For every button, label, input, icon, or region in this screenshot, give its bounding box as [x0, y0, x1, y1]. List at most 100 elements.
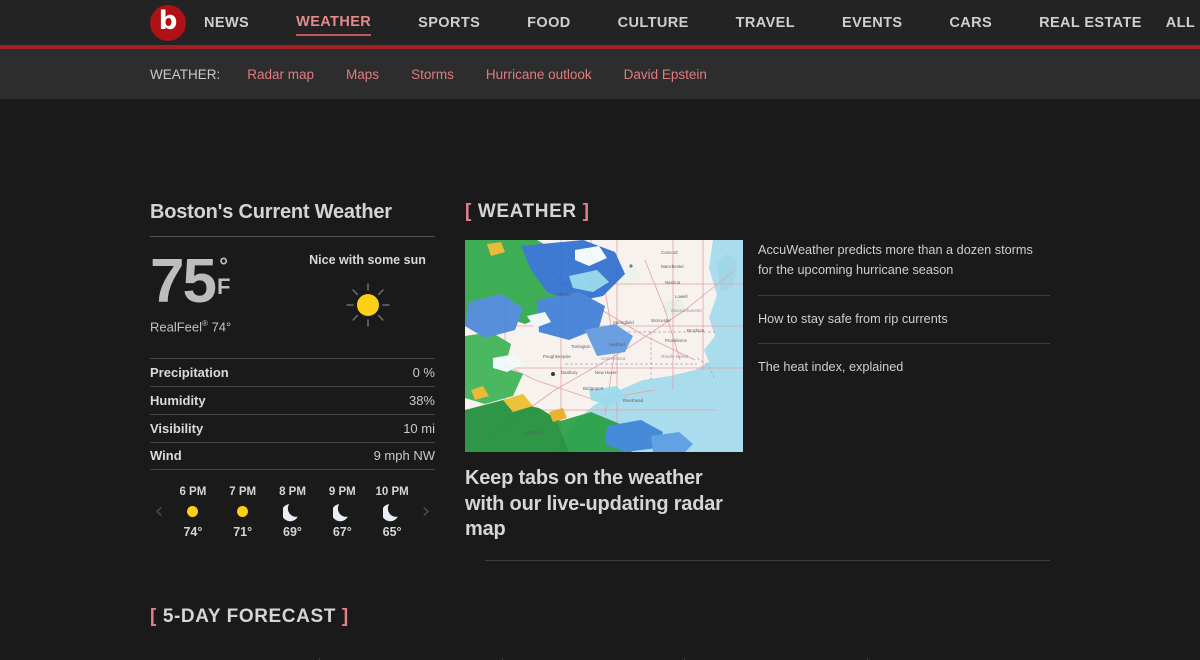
current-weather-card: Boston's Current Weather 75 ° F RealFeel… — [150, 201, 435, 561]
stat-label: Precipitation — [150, 364, 229, 380]
svg-text:Hartford: Hartford — [609, 342, 625, 347]
weather-link-item[interactable]: AccuWeather predicts more than a dozen s… — [758, 240, 1050, 295]
stat-value: 38% — [408, 392, 435, 408]
title-divider — [150, 236, 435, 237]
hourly-temp: 65° — [382, 524, 402, 539]
site-logo[interactable]: b — [150, 4, 186, 41]
svg-text:Providence: Providence — [665, 338, 688, 343]
forecast-section-heading: [ 5-DAY FORECAST ] — [150, 606, 1050, 628]
nav-item-travel[interactable]: TRAVEL — [736, 11, 795, 35]
bracket-open: [ — [150, 605, 157, 627]
stat-row-precipitation: Precipitation 0 % — [150, 357, 435, 386]
weather-section-heading: [ WEATHER ] — [465, 201, 1050, 240]
weather-stats-table: Precipitation 0 % Humidity 38% Visibilit… — [150, 357, 435, 470]
moon-icon — [383, 501, 401, 523]
moon-icon — [333, 501, 351, 523]
registered-trademark-icon: ® — [202, 318, 208, 328]
radar-feature-headline[interactable]: Keep tabs on the weather with our live-u… — [465, 466, 743, 543]
current-weather-main: 75 ° F RealFeel® 74° Nice with some sun — [150, 251, 435, 334]
hourly-time: 7 PM — [229, 485, 257, 498]
weather-link-item[interactable]: How to stay safe from rip currents — [758, 294, 1050, 343]
subnav-item-hurricane-outlook[interactable]: Hurricane outlook — [486, 67, 592, 82]
degree-symbol: ° — [219, 253, 229, 278]
stat-value: 9 mph NW — [373, 448, 435, 464]
logo-letter: b — [158, 6, 178, 36]
content-row: Boston's Current Weather 75 ° F RealFeel… — [150, 99, 1050, 561]
hourly-time: 8 PM — [279, 485, 306, 498]
svg-text:Torrington: Torrington — [571, 344, 591, 349]
svg-text:Rhode Island: Rhode Island — [661, 354, 689, 359]
section-heading-text: WEATHER — [477, 201, 577, 222]
radar-feature: Concord Manchester Nashua Lowell Worcest… — [465, 240, 743, 543]
realfeel-label: RealFeel — [150, 318, 203, 334]
forecast-heading-text: 5-DAY FORECAST — [162, 605, 336, 627]
hourly-temp: 74° — [183, 524, 203, 539]
main-nav-links: NEWS WEATHER SPORTS FOOD CULTURE TRAVEL … — [204, 10, 1195, 36]
nav-item-all[interactable]: ALL — [1166, 11, 1195, 35]
bracket-open: [ — [465, 201, 472, 222]
page-content: Boston's Current Weather 75 ° F RealFeel… — [0, 99, 1200, 660]
condition-block: Nice with some sun — [300, 251, 435, 328]
hourly-temp: 71° — [233, 524, 253, 539]
section-divider — [485, 559, 1050, 561]
moon-icon — [283, 501, 301, 523]
temperature-unit: F — [216, 273, 231, 299]
condition-text: Nice with some sun — [309, 253, 426, 267]
svg-text:Massachusetts: Massachusetts — [671, 308, 702, 313]
sun-icon — [187, 501, 199, 523]
hourly-temp: 67° — [332, 524, 352, 539]
sun-icon — [300, 282, 435, 328]
bracket-close: ] — [341, 605, 349, 627]
hourly-temp: 69° — [283, 524, 302, 539]
radar-map-image[interactable]: Concord Manchester Nashua Lowell Worcest… — [465, 240, 743, 452]
hourly-forecast-carousel: ‹ 6 PM 74° 7 PM 71° 8 PM 69° 9 PM 67° 10… — [150, 486, 435, 539]
weather-sub-navigation: WEATHER: Radar map Maps Storms Hurricane… — [0, 49, 1200, 99]
nav-item-food[interactable]: FOOD — [527, 11, 571, 35]
subnav-item-radar-map[interactable]: Radar map — [247, 67, 314, 82]
svg-text:Nashua: Nashua — [665, 280, 681, 285]
weather-link-item[interactable]: The heat index, explained — [758, 342, 1050, 391]
hourly-item[interactable]: 7 PM 71° — [220, 486, 266, 539]
svg-text:New Haven: New Haven — [595, 370, 618, 375]
weather-section-body: Concord Manchester Nashua Lowell Worcest… — [465, 240, 1050, 543]
nav-item-cars[interactable]: CARS — [949, 11, 992, 35]
chevron-left-icon[interactable]: ‹ — [150, 501, 168, 523]
subnav-item-storms[interactable]: Storms — [411, 67, 454, 82]
stat-label: Humidity — [150, 392, 206, 408]
svg-text:Poughkeepsie: Poughkeepsie — [543, 354, 571, 359]
stat-row-visibility: Visibility 10 mi — [150, 413, 435, 442]
sun-icon — [237, 501, 249, 523]
svg-text:Riverhead: Riverhead — [623, 398, 644, 403]
svg-text:Manchester: Manchester — [661, 264, 684, 269]
hourly-item[interactable]: 10 PM 65° — [369, 486, 415, 539]
nav-item-events[interactable]: EVENTS — [842, 11, 902, 35]
weather-links-list: AccuWeather predicts more than a dozen s… — [743, 240, 1050, 543]
hourly-time: 9 PM — [328, 485, 356, 498]
nav-item-sports[interactable]: SPORTS — [418, 11, 480, 35]
svg-text:Danbury: Danbury — [561, 370, 578, 375]
subnav-item-maps[interactable]: Maps — [346, 67, 379, 82]
temperature-block: 75 ° F RealFeel® 74° — [150, 251, 231, 334]
hourly-item[interactable]: 8 PM 69° — [269, 486, 315, 539]
svg-text:Connecticut: Connecticut — [601, 356, 626, 361]
hourly-time: 10 PM — [375, 485, 409, 498]
hourly-item[interactable]: 6 PM 74° — [170, 486, 216, 539]
weather-article-section: [ WEATHER ] Concord Manchester Nashua Lo… — [435, 201, 1050, 561]
stat-row-wind: Wind 9 mph NW — [150, 441, 435, 470]
nav-item-news[interactable]: NEWS — [204, 11, 249, 35]
realfeel-readout: RealFeel® 74° — [150, 319, 231, 334]
realfeel-value: 74° — [211, 318, 232, 334]
svg-text:Worcester: Worcester — [651, 318, 671, 323]
hourly-item[interactable]: 9 PM 67° — [319, 486, 365, 539]
svg-text:Bridgeport: Bridgeport — [583, 386, 604, 391]
nav-item-weather[interactable]: WEATHER — [296, 10, 372, 36]
hourly-forecast-list: 6 PM 74° 7 PM 71° 8 PM 69° 9 PM 67° 10 P… — [168, 486, 417, 539]
nav-item-culture[interactable]: CULTURE — [618, 11, 689, 35]
top-navigation-bar: b NEWS WEATHER SPORTS FOOD CULTURE TRAVE… — [0, 0, 1200, 49]
temperature-value: 75 — [150, 247, 217, 316]
chevron-right-icon[interactable]: › — [417, 501, 435, 523]
svg-text:Brockton: Brockton — [687, 328, 705, 333]
stat-label: Wind — [150, 448, 182, 464]
subnav-item-david-epstein[interactable]: David Epstein — [624, 67, 707, 82]
nav-item-real-estate[interactable]: REAL ESTATE — [1039, 11, 1142, 35]
